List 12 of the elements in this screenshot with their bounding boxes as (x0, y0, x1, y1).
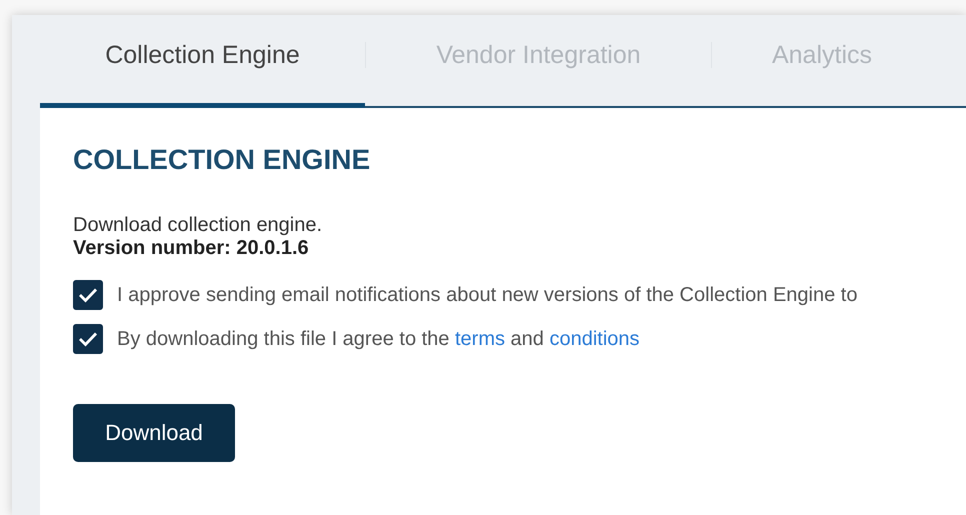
checkbox-label: By downloading this file I agree to the terms and conditions (117, 328, 640, 350)
description-text: Download collection engine. (73, 213, 324, 237)
version-text: Version number: 20.0.1.6 (73, 237, 310, 259)
checkbox[interactable] (73, 280, 103, 310)
checkbox-label: I approve sending email notifications about new versions of the Collection Engine to (117, 284, 858, 306)
checkbox[interactable] (73, 324, 103, 354)
checkmark-icon (78, 331, 98, 347)
link[interactable]: conditions (549, 328, 640, 350)
download-button[interactable]: Download (73, 404, 235, 462)
section-heading: COLLECTION ENGINE (73, 144, 372, 176)
link[interactable]: terms (455, 328, 505, 350)
checkmark-icon (78, 287, 98, 303)
